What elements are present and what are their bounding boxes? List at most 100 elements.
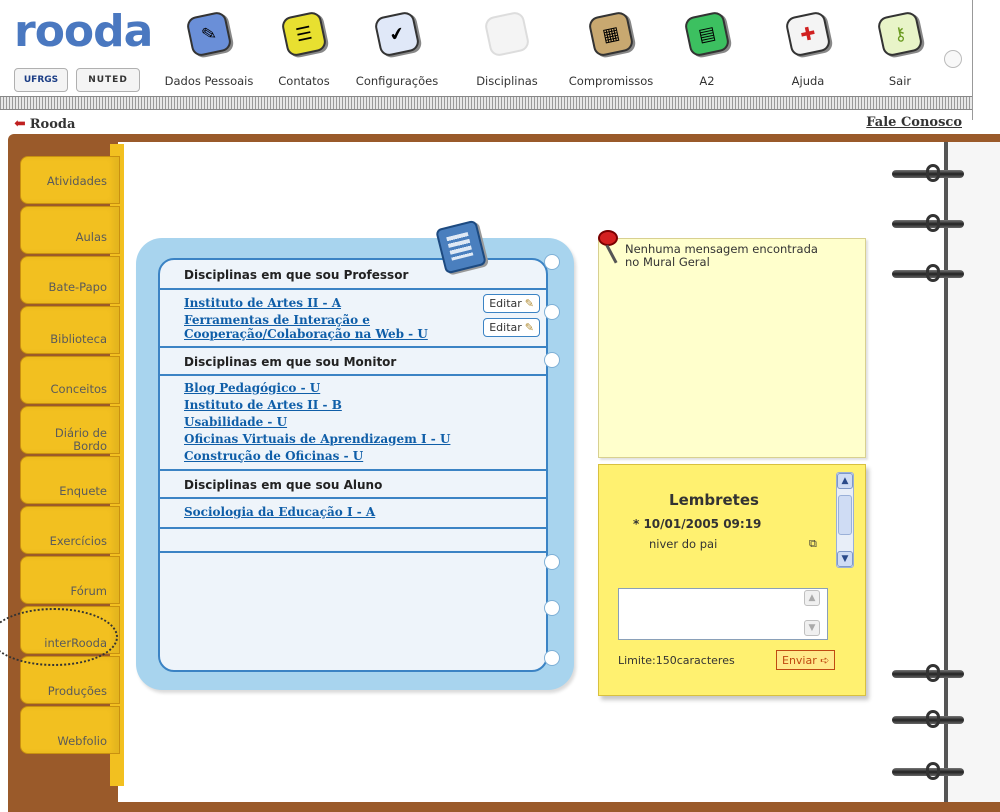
discipline-link[interactable]: Sociologia da Educação I - A [184, 505, 375, 519]
discipline-link-line: Cooperação/Colaboração na Web - U [184, 327, 428, 341]
tab-diario-de-bordo[interactable]: Diário de Bordo [20, 406, 120, 454]
list-item: Sociologia da Educação I - A [184, 502, 546, 522]
breadcrumb: ⬅ Rooda Fale Conosco [0, 110, 972, 134]
contact-link[interactable]: Fale Conosco [866, 115, 962, 130]
reminder-input-scrollbar[interactable]: ▲ ▼ [804, 590, 826, 638]
tab-atividades[interactable]: Atividades [20, 156, 120, 204]
tab-label: Enquete [59, 484, 107, 498]
rooda-logo[interactable]: rooda [14, 8, 153, 56]
back-link[interactable]: ⬅ Rooda [14, 116, 75, 132]
discipline-link[interactable]: Instituto de Artes II - A [184, 296, 341, 310]
edit-button-label: Editar [489, 296, 522, 310]
tab-biblioteca[interactable]: Biblioteca [20, 306, 120, 354]
ruler-strip [0, 96, 972, 110]
page-edge-line [972, 0, 973, 120]
scroll-down-icon[interactable]: ▼ [837, 551, 853, 567]
push-pin-icon [596, 230, 624, 270]
binder-ring [892, 710, 964, 728]
binder-ring [892, 214, 964, 232]
reminders-scrollbar[interactable]: ▲ ▼ [836, 472, 854, 568]
tab-enquete[interactable]: Enquete [20, 456, 120, 504]
tab-label: Aulas [75, 230, 107, 244]
nav-contatos[interactable]: ☰ Contatos [270, 0, 338, 96]
ufrgs-logo[interactable]: UFRGS [14, 68, 68, 92]
notebook-back-page [944, 142, 1000, 802]
folder-icon [483, 10, 531, 58]
list-item: Usabilidade - U [184, 413, 546, 430]
nuted-logo[interactable]: NUTED [76, 68, 140, 92]
list-item: Construção de Oficinas - U [184, 447, 546, 464]
scroll-thumb[interactable] [838, 495, 852, 535]
binder-ring [892, 762, 964, 780]
list-item: Instituto de Artes II - A Editar ✎ [184, 293, 546, 313]
scroll-up-icon[interactable]: ▲ [837, 473, 853, 489]
nav-dados-pessoais[interactable]: ✎ Dados Pessoais [144, 0, 274, 96]
tab-label: Biblioteca [50, 332, 107, 346]
edit-button[interactable]: Editar ✎ [483, 317, 540, 337]
disciplines-list: Disciplinas em que sou Professor Institu… [158, 258, 548, 672]
pencil-icon: ✎ [524, 296, 534, 310]
nav-ajuda[interactable]: ✚ Ajuda [766, 0, 850, 96]
discipline-link[interactable]: Instituto de Artes II - B [184, 398, 342, 412]
nav-label: Sair [888, 74, 912, 88]
discipline-link[interactable]: Construção de Oficinas - U [184, 449, 363, 463]
mural-note: Nenhuma mensagem encontrada no Mural Ger… [598, 238, 866, 458]
list-item: Blog Pedagógico - U [184, 379, 546, 396]
nav-a2[interactable]: ▤ A2 [670, 0, 744, 96]
first-aid-icon: ✚ [784, 10, 832, 58]
edit-button[interactable]: Editar ✎ [483, 293, 540, 313]
reminder-date: * 10/01/2005 09:19 [633, 517, 762, 531]
list-item: Instituto de Artes II - B [184, 396, 546, 413]
monitor-disciplines: Blog Pedagógico - U Instituto de Artes I… [160, 376, 546, 471]
tab-exercicios[interactable]: Exercícios [20, 506, 120, 554]
binder-ring [892, 264, 964, 282]
tab-webfolio[interactable]: Webfolio [20, 706, 120, 754]
tab-label: Conceitos [50, 382, 107, 396]
discipline-link[interactable]: Ferramentas de Interação e Cooperação/Co… [184, 313, 428, 341]
empty-row [160, 529, 546, 553]
student-disciplines: Sociologia da Educação I - A [160, 499, 546, 529]
reminders-title: Lembretes [669, 491, 759, 509]
send-button[interactable]: Enviar ➪ [776, 650, 836, 670]
character-limit: Limite:150caracteres [618, 654, 735, 667]
professor-disciplines: Instituto de Artes II - A Editar ✎ Ferram… [160, 290, 546, 348]
professor-heading: Disciplinas em que sou Professor [160, 260, 546, 290]
discipline-link[interactable]: Oficinas Virtuais de Aprendizagem I - U [184, 432, 450, 446]
nav-sair[interactable]: ⚷ Sair [860, 0, 940, 96]
settings-clipboard-icon: ✔ [373, 10, 421, 58]
main-nav: ✎ Dados Pessoais ☰ Contatos ✔ Configuraç… [144, 0, 974, 96]
nav-disciplinas[interactable]: Disciplinas [460, 0, 554, 96]
student-heading: Disciplinas em que sou Aluno [160, 471, 546, 499]
binder-hole [544, 254, 560, 270]
nav-label: Compromissos [568, 74, 654, 88]
edit-button-label: Editar [489, 320, 522, 334]
reminder-input[interactable] [618, 588, 828, 640]
tab-bate-papo[interactable]: Bate-Papo [20, 256, 120, 304]
discipline-link[interactable]: Blog Pedagógico - U [184, 381, 320, 395]
nav-label: Contatos [278, 74, 330, 88]
discipline-link[interactable]: Usabilidade - U [184, 415, 287, 429]
address-book-icon: ☰ [280, 10, 328, 58]
nav-label: Ajuda [791, 74, 825, 88]
back-arrow-icon: ⬅ [14, 116, 26, 132]
scroll-up-icon[interactable]: ▲ [804, 590, 820, 606]
pencil-icon: ✎ [524, 320, 534, 334]
nav-label: Configurações [355, 74, 439, 88]
decorative-circle [944, 50, 962, 68]
scroll-down-icon[interactable]: ▼ [804, 620, 820, 636]
disciplines-card: Disciplinas em que sou Professor Institu… [136, 238, 574, 690]
back-link-label: Rooda [29, 116, 76, 132]
tab-aulas[interactable]: Aulas [20, 206, 120, 254]
tab-label: Produções [47, 684, 107, 698]
tab-label: Bate-Papo [48, 280, 107, 294]
send-button-label: Enviar [782, 653, 817, 667]
nav-compromissos[interactable]: ▦ Compromissos [552, 0, 670, 96]
user-id-card-icon: ✎ [185, 10, 233, 58]
open-reminder-icon[interactable]: ⧉ [809, 537, 817, 551]
list-item: Oficinas Virtuais de Aprendizagem I - U [184, 430, 546, 447]
tab-conceitos[interactable]: Conceitos [20, 356, 120, 404]
nav-configuracoes[interactable]: ✔ Configurações [334, 0, 460, 96]
tab-label: Fórum [70, 584, 107, 598]
tab-label: Exercícios [49, 534, 107, 548]
tab-forum[interactable]: Fórum [20, 556, 120, 604]
